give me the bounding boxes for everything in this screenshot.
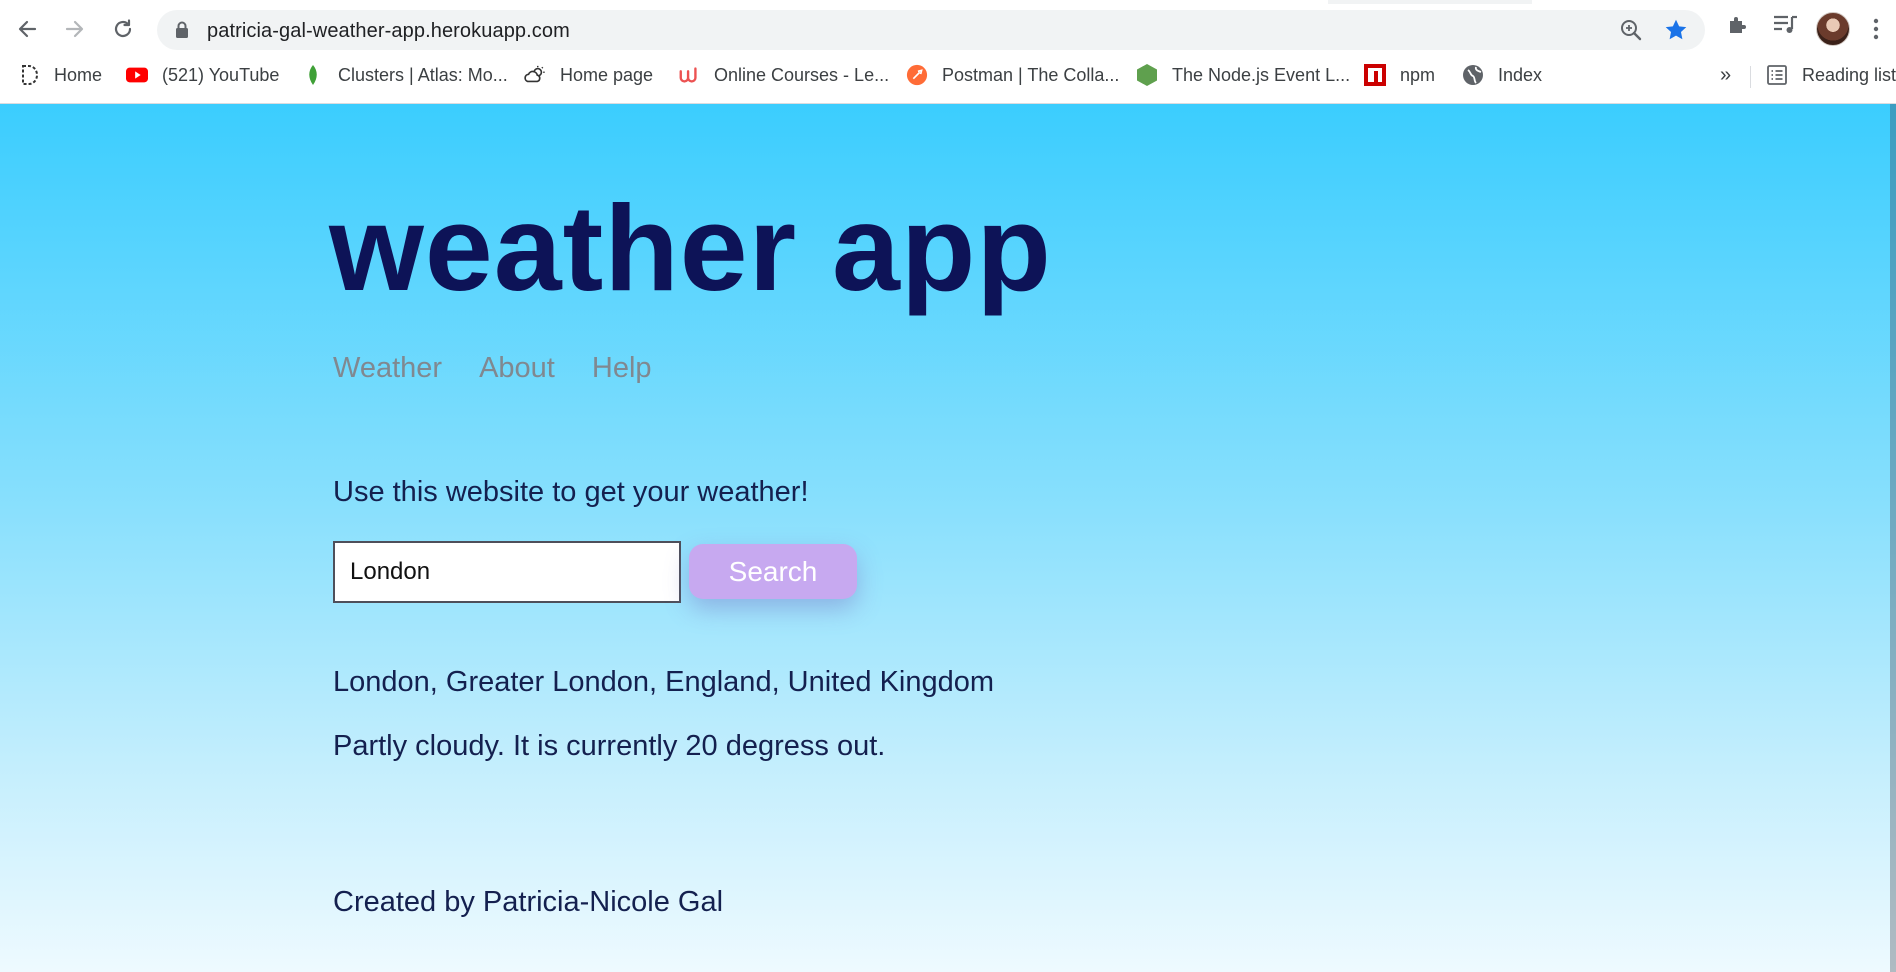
- postman-icon: [906, 64, 928, 86]
- page-title: weather app: [329, 180, 1052, 316]
- profile-avatar[interactable]: [1816, 12, 1850, 46]
- reading-list-icon: [1766, 64, 1788, 86]
- location-search-input[interactable]: [333, 541, 681, 603]
- browser-toolbar: patricia-gal-weather-app.herokuapp.com: [0, 6, 1896, 52]
- scrollbar[interactable]: [1890, 104, 1896, 972]
- bookmark-postman[interactable]: Postman | The Colla...: [906, 62, 1119, 88]
- media-queue-icon[interactable]: [1772, 14, 1798, 36]
- reload-icon: [114, 19, 132, 38]
- reload-button[interactable]: [105, 11, 141, 47]
- url-text: patricia-gal-weather-app.herokuapp.com: [207, 20, 570, 42]
- bookmark-udemy[interactable]: Online Courses - Le...: [678, 62, 889, 88]
- site-nav: Weather About Help: [333, 352, 652, 385]
- browser-chrome: patricia-gal-weather-app.herokuapp.com H…: [0, 0, 1896, 104]
- youtube-icon: [126, 64, 148, 86]
- bookmark-youtube[interactable]: (521) YouTube: [126, 62, 279, 88]
- tab-strip: [0, 0, 1896, 4]
- back-arrow-icon: [18, 20, 37, 38]
- page-footer: Created by Patricia-Nicole Gal: [333, 886, 724, 918]
- bookmark-home[interactable]: Home: [18, 62, 102, 88]
- bookmarks-bar: Home (521) YouTube Clusters | Atlas: Mo.…: [0, 58, 1896, 92]
- mongodb-leaf-icon: [302, 64, 324, 86]
- nav-link-help[interactable]: Help: [592, 352, 652, 385]
- extensions-puzzle-icon[interactable]: [1726, 12, 1750, 36]
- weather-cloud-icon: [524, 64, 546, 86]
- browser-menu-icon[interactable]: [1872, 17, 1880, 41]
- nodejs-hexagon-icon: [1136, 64, 1158, 86]
- bookmark-npm[interactable]: npm: [1364, 62, 1435, 88]
- nav-link-weather[interactable]: Weather: [333, 352, 442, 385]
- bookmark-star-icon[interactable]: [1663, 17, 1689, 43]
- bookmark-atlas-clusters[interactable]: Clusters | Atlas: Mo...: [302, 62, 508, 88]
- dev-icon: [18, 64, 40, 86]
- bookmark-index[interactable]: Index: [1462, 62, 1542, 88]
- bookmarks-overflow-button[interactable]: »: [1720, 62, 1731, 88]
- page-viewport: weather app Weather About Help Use this …: [0, 104, 1896, 972]
- globe-icon: [1462, 64, 1484, 86]
- forecast-result: Partly cloudy. It is currently 20 degres…: [333, 730, 886, 762]
- forward-arrow-icon: [65, 20, 84, 38]
- nav-link-about[interactable]: About: [479, 352, 555, 385]
- lock-icon: [176, 21, 188, 38]
- zoom-icon[interactable]: [1619, 18, 1643, 42]
- search-button[interactable]: Search: [689, 544, 857, 599]
- udemy-icon: [678, 64, 700, 86]
- location-result: London, Greater London, England, United …: [333, 666, 995, 698]
- intro-text: Use this website to get your weather!: [333, 476, 809, 508]
- bookmarks-divider: [1750, 66, 1751, 88]
- bookmark-home-page[interactable]: Home page: [524, 62, 653, 88]
- address-bar[interactable]: patricia-gal-weather-app.herokuapp.com: [157, 10, 1705, 50]
- npm-icon: [1364, 64, 1386, 86]
- bookmark-nodejs[interactable]: The Node.js Event L...: [1136, 62, 1350, 88]
- forward-button[interactable]: [57, 11, 93, 47]
- back-button[interactable]: [9, 11, 45, 47]
- reading-list-button[interactable]: Reading list: [1766, 62, 1896, 88]
